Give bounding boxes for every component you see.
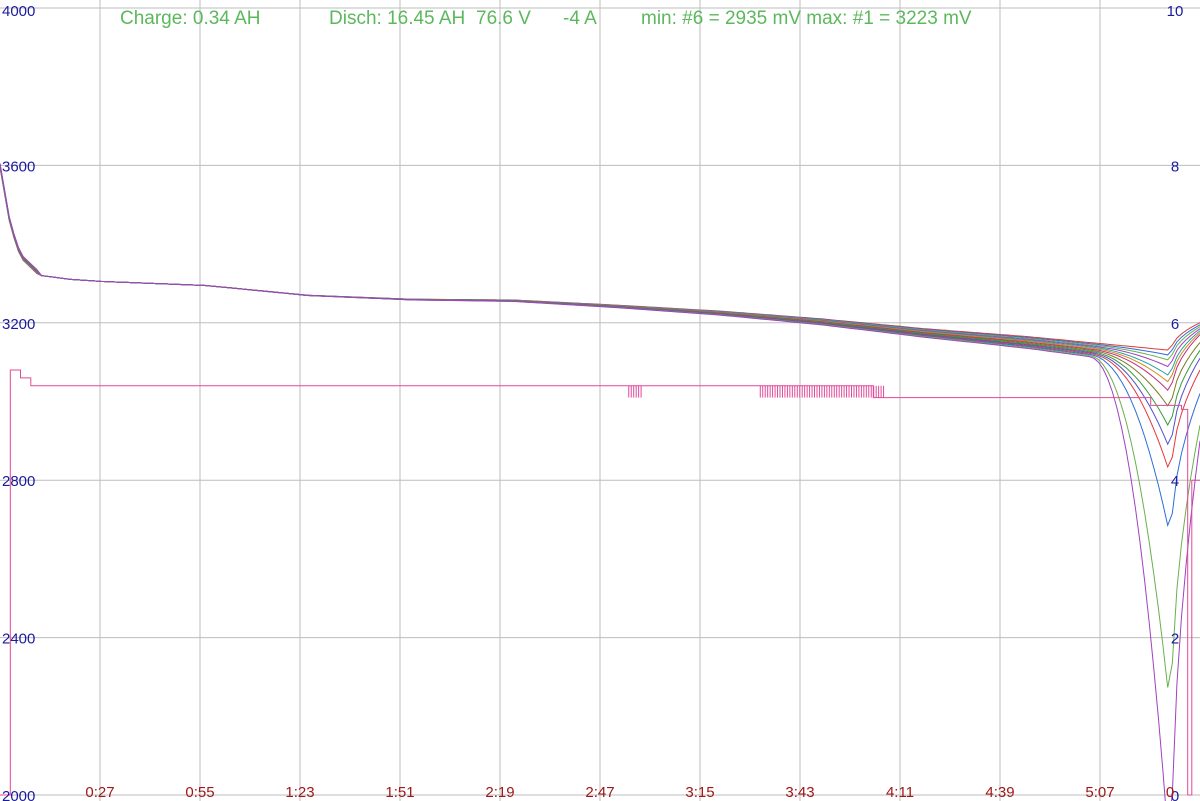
x-tick-label: 2:47 [585,784,614,801]
right-tick-label: 2 [1171,631,1179,648]
left-tick-label: 4000 [2,3,35,20]
left-tick-label: 3200 [2,316,35,333]
x-tick-label: 0:27 [85,784,114,801]
status-minmax: min: #6 = 2935 mV max: #1 = 3223 mV [641,8,972,29]
left-tick-label: 2400 [2,631,35,648]
x-axis-ticks: 0:27 0:55 1:23 1:51 2:19 2:47 3:15 3:43 4:11 4:39… [85,784,1174,801]
x-tick-label: 3:43 [785,784,814,801]
battery-discharge-chart: 4000 3600 3200 2800 2400 2000 10 8 6 4 2 0 0:27 0:5… [0,0,1200,801]
status-voltage: 76.6 V [476,8,531,29]
right-tick-label: 8 [1171,158,1179,175]
x-tick-label: 0 [1166,784,1174,801]
left-tick-label: 2800 [2,473,35,490]
x-tick-label: 1:51 [385,784,414,801]
status-current: -4 A [563,8,597,29]
x-tick-label: 5:07 [1085,784,1114,801]
status-disch: Disch: 16.45 AH [329,8,465,29]
right-tick-label: 6 [1171,316,1179,333]
x-tick-label: 0:55 [185,784,214,801]
left-tick-label: 3600 [2,158,35,175]
right-tick-label: 4 [1171,473,1179,490]
status-bar: Charge: 0.34 AH Disch: 16.45 AH 76.6 V -… [120,8,972,29]
left-tick-label: 2000 [2,788,35,801]
status-charge: Charge: 0.34 AH [120,8,260,29]
x-tick-label: 2:19 [485,784,514,801]
x-tick-label: 3:15 [685,784,714,801]
grid [0,0,1200,801]
right-tick-label: 10 [1167,3,1184,20]
x-tick-label: 4:11 [886,784,914,801]
x-tick-label: 4:39 [985,784,1014,801]
x-tick-label: 1:23 [285,784,314,801]
left-axis-ticks: 4000 3600 3200 2800 2400 2000 [2,3,35,801]
